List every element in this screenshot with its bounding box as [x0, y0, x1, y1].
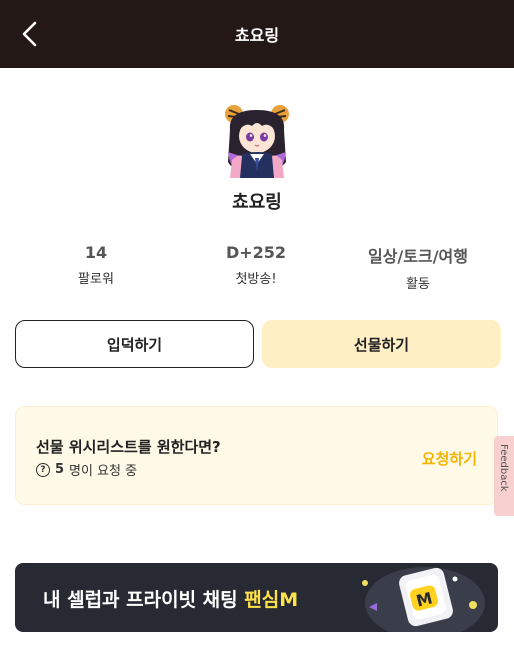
profile-name: 쵸요링 — [232, 192, 282, 213]
wishlist-request-info: ? 5 명이 요청 중 — [36, 460, 137, 479]
fansim-logo-illustration: M — [362, 567, 485, 632]
feedback-tab[interactable]: Feedback — [494, 436, 514, 516]
chevron-left-icon — [22, 21, 37, 47]
page-title: 쵸요링 — [234, 26, 280, 45]
gift-button[interactable]: 선물하기 — [262, 320, 501, 368]
feedback-label: Feedback — [498, 444, 509, 492]
stat-label: 활동 — [406, 277, 430, 292]
stat-value: D+252 — [225, 243, 287, 262]
banner-main-text: 내 셀럽과 프라이빗 채팅 — [43, 589, 238, 611]
stats-row: 14 팔로워 D+252 첫방송! 일상/토크/여행 활동 — [0, 243, 514, 293]
stat-activity: 일상/토크/여행 활동 — [343, 243, 493, 292]
stat-followers: 14 팔로워 — [21, 243, 171, 287]
banner-text: 내 셀럽과 프라이빗 채팅 팬심M — [43, 585, 298, 612]
wishlist-request-suffix: 명이 요청 중 — [69, 464, 138, 479]
wishlist-card: 선물 위시리스트를 원한다면? ? 5 명이 요청 중 요청하기 — [15, 406, 498, 505]
banner-highlight-text: 팬심M — [244, 589, 299, 611]
fansim-banner[interactable]: 내 셀럽과 프라이빗 채팅 팬심M M — [15, 563, 498, 632]
avatar — [225, 105, 289, 178]
top-bar: 쵸요링 — [0, 0, 514, 68]
stat-label: 팔로워 — [78, 272, 114, 287]
stat-value: 일상/토크/여행 — [367, 247, 468, 266]
question-circle-icon: ? — [36, 462, 50, 477]
stat-broadcast-days: D+252 첫방송! — [181, 243, 331, 287]
follow-button[interactable]: 입덕하기 — [15, 320, 254, 368]
stat-label: 첫방송! — [235, 272, 277, 287]
wishlist-title: 선물 위시리스트를 원한다면? — [36, 438, 221, 456]
back-button[interactable] — [14, 18, 46, 50]
request-wishlist-button[interactable]: 요청하기 — [422, 448, 477, 469]
wishlist-request-count: 5 — [55, 462, 65, 477]
stat-value: 14 — [84, 243, 108, 262]
